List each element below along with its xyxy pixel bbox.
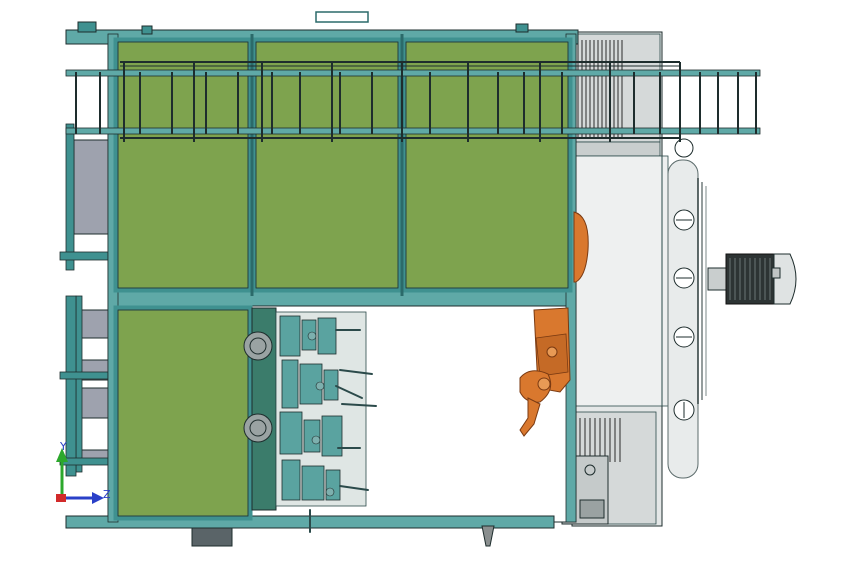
cad-viewport[interactable]: Y Z — [0, 0, 867, 562]
green-panel-3 — [401, 37, 573, 293]
z-axis-label: Z — [103, 488, 111, 501]
left-stair-frame-lower — [59, 295, 111, 477]
green-panel-4 — [113, 305, 253, 521]
green-panel-2 — [251, 37, 403, 293]
green-panel-1 — [113, 37, 253, 293]
exhaust-duct — [667, 138, 707, 479]
y-axis-label: Y — [59, 440, 67, 453]
left-stair-frame-upper — [59, 123, 111, 271]
motor-unit — [707, 253, 797, 305]
fixture-station — [243, 307, 377, 533]
